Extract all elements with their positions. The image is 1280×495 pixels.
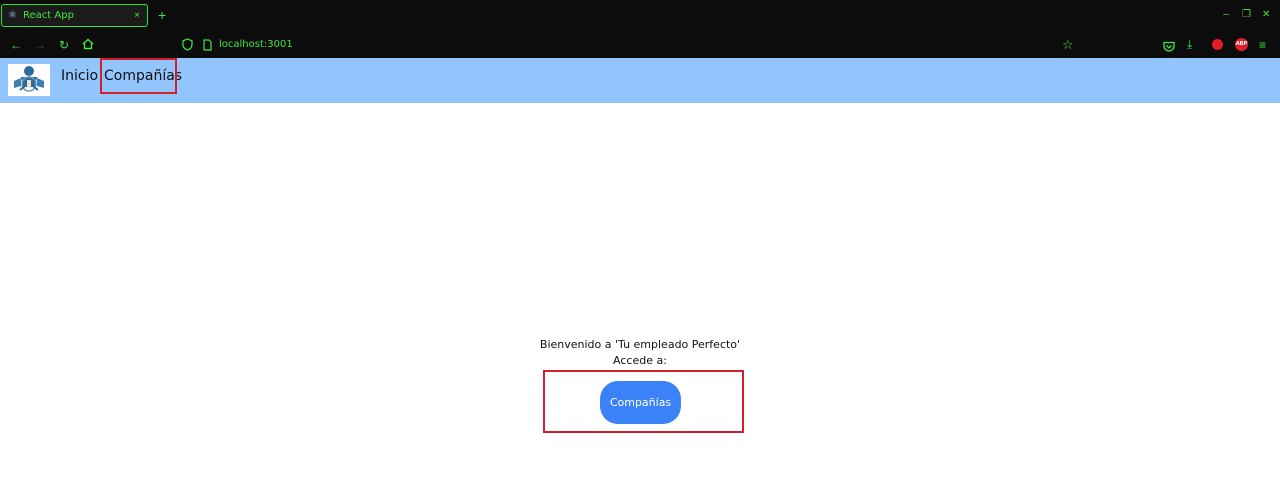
hamburger-menu-icon[interactable]: ≡ <box>1259 38 1266 52</box>
browser-tab[interactable]: ⚛ React App × <box>1 4 148 27</box>
tab-title: React App <box>23 10 74 21</box>
logo-icon <box>14 66 44 92</box>
page-info-icon[interactable] <box>203 38 213 51</box>
home-icon[interactable] <box>81 38 95 52</box>
adblock-plus-icon[interactable]: ABP <box>1235 38 1248 51</box>
pocket-icon[interactable] <box>1163 39 1175 52</box>
welcome-text: Bienvenido a 'Tu empleado Perfecto' <box>539 338 741 351</box>
restore-button[interactable]: ❐ <box>1242 9 1251 20</box>
companias-button[interactable]: Compañías <box>600 381 681 424</box>
nav-link-inicio[interactable]: Inicio <box>61 68 98 84</box>
access-text: Accede a: <box>613 354 667 367</box>
window-controls: – ❐ ✕ <box>1222 9 1270 20</box>
browser-tab-bar: ⚛ React App × + – ❐ ✕ <box>0 0 1280 31</box>
browser-nav-bar: ← → ↻ localhost:3001 ☆ ⤓ ABP ≡ <box>0 31 1280 58</box>
shield-icon[interactable] <box>182 38 194 52</box>
react-atom-icon: ⚛ <box>8 9 17 21</box>
new-tab-button[interactable]: + <box>158 8 166 22</box>
close-window-button[interactable]: ✕ <box>1262 9 1270 20</box>
opera-extension-icon[interactable] <box>1212 39 1223 50</box>
app-header: Inicio Compañías <box>0 58 1280 103</box>
company-logo[interactable] <box>8 64 50 96</box>
minimize-button[interactable]: – <box>1222 9 1230 20</box>
close-tab-icon[interactable]: × <box>134 10 140 21</box>
back-arrow-icon[interactable]: ← <box>9 38 23 52</box>
address-bar-input[interactable]: localhost:3001 <box>219 39 293 50</box>
download-icon[interactable]: ⤓ <box>1187 37 1192 52</box>
forward-arrow-icon[interactable]: → <box>33 38 47 52</box>
bookmark-star-icon[interactable]: ☆ <box>1062 37 1074 53</box>
reload-icon[interactable]: ↻ <box>57 38 71 52</box>
highlight-box-nav <box>100 58 177 94</box>
